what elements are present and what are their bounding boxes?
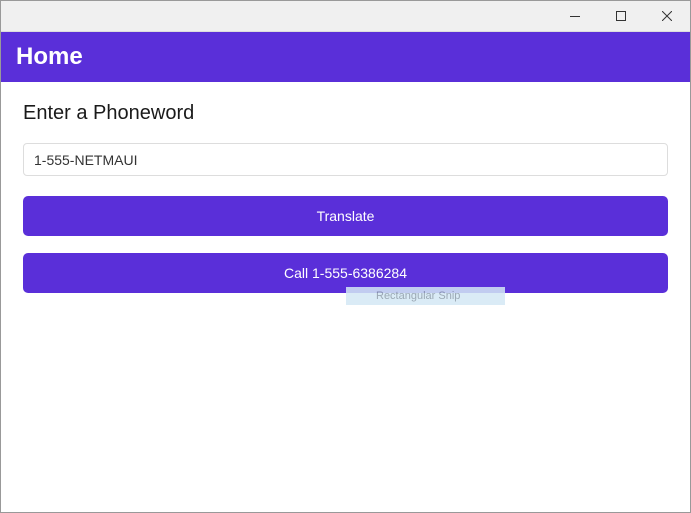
page-title: Home (16, 43, 83, 71)
close-icon (662, 11, 672, 21)
minimize-button[interactable] (552, 1, 598, 32)
translate-button[interactable]: Translate (23, 196, 668, 236)
app-header: Home (1, 32, 690, 82)
minimize-icon (570, 16, 580, 17)
window-titlebar (1, 1, 690, 32)
phoneword-input[interactable] (23, 143, 668, 176)
maximize-button[interactable] (598, 1, 644, 32)
snip-tool-overlay: Rectangular Snip (346, 287, 505, 305)
prompt-label: Enter a Phoneword (23, 102, 668, 125)
maximize-icon (616, 11, 626, 21)
close-button[interactable] (644, 1, 690, 32)
